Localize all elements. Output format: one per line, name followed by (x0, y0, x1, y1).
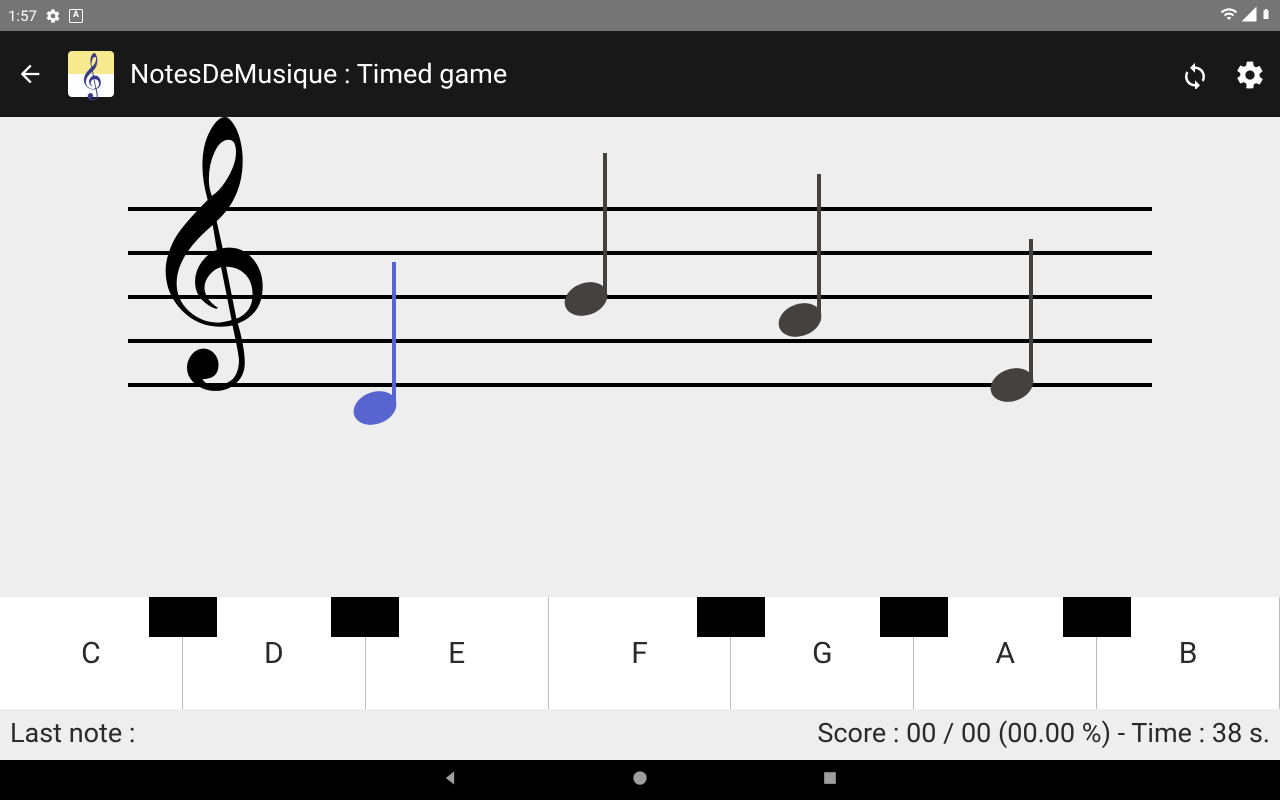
treble-clef-icon: 𝄞 (138, 132, 274, 362)
app-title: NotesDeMusique : Timed game (130, 58, 1156, 90)
last-note-label: Last note : (10, 717, 135, 749)
android-status-bar: 1:57 A (0, 0, 1280, 31)
nav-recent-icon[interactable] (820, 768, 840, 792)
key-label: B (1179, 636, 1198, 671)
key-label: E (448, 636, 465, 671)
staff-line (128, 207, 1152, 211)
status-time: 1:57 (8, 7, 37, 25)
staff-line (128, 339, 1152, 343)
battery-icon (1260, 5, 1272, 27)
score-time-text: Score : 00 / 00 (00.00 %) - Time : 38 s. (817, 717, 1270, 749)
game-status-row: Last note : Score : 00 / 00 (00.00 %) - … (0, 717, 1280, 749)
music-note (564, 283, 608, 315)
key-label: D (264, 636, 284, 671)
piano-black-key-gs[interactable] (880, 597, 948, 637)
key-label: C (81, 636, 101, 671)
piano-keyboard: C D E F G A B (0, 597, 1280, 709)
app-bar: 𝄞 NotesDeMusique : Timed game (0, 31, 1280, 117)
key-label: F (631, 636, 648, 671)
content-area: 𝄞 C D E F G A B Last note : Score : 00 /… (0, 117, 1280, 760)
keyboard-lang-icon: A (69, 9, 83, 23)
music-note (990, 369, 1034, 401)
gear-icon (45, 8, 61, 24)
nav-home-icon[interactable] (630, 768, 650, 792)
signal-icon (1240, 5, 1258, 27)
key-label: A (995, 636, 1015, 671)
piano-black-key-cs[interactable] (149, 597, 217, 637)
music-note (353, 392, 397, 424)
refresh-icon[interactable] (1180, 59, 1210, 89)
nav-back-icon[interactable] (440, 768, 460, 792)
back-arrow-icon[interactable] (16, 60, 44, 88)
android-nav-bar (0, 760, 1280, 800)
app-icon: 𝄞 (68, 51, 114, 97)
piano-black-key-as[interactable] (1063, 597, 1131, 637)
wifi-icon (1220, 5, 1238, 27)
staff-line (128, 295, 1152, 299)
staff-line (128, 251, 1152, 255)
piano-black-key-ds[interactable] (331, 597, 399, 637)
settings-gear-icon[interactable] (1234, 59, 1264, 89)
piano-black-key-fs[interactable] (697, 597, 765, 637)
music-note (778, 304, 822, 336)
key-label: G (812, 636, 832, 671)
music-staff: 𝄞 (128, 207, 1152, 387)
